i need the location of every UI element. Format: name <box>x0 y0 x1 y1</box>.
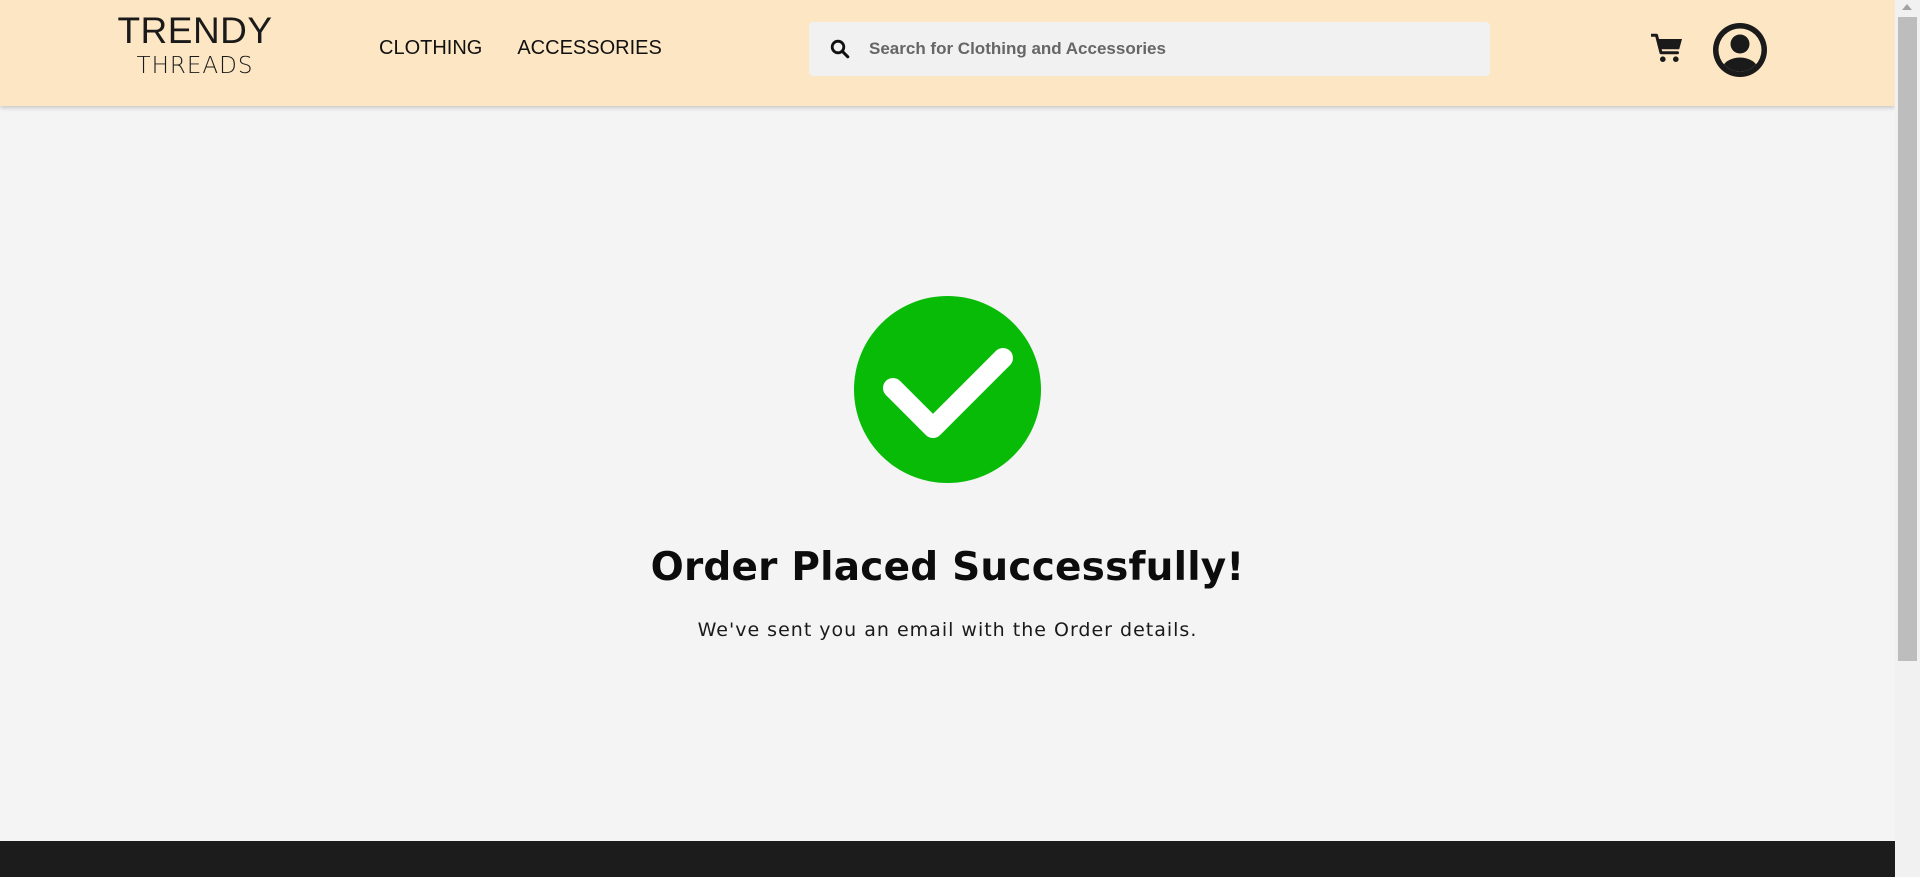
user-circle-icon[interactable] <box>1713 23 1767 77</box>
search-bar <box>809 22 1490 76</box>
order-success-title: Order Placed Successfully! <box>650 545 1245 590</box>
order-success-message: We've sent you an email with the Order d… <box>697 619 1198 641</box>
scroll-up-arrow[interactable] <box>1902 4 1912 10</box>
cart-icon[interactable] <box>1651 33 1683 63</box>
main-nav: CLOTHING ACCESSORIES <box>379 37 662 60</box>
check-circle-icon <box>854 296 1041 483</box>
brand-name-primary: TRENDY <box>117 10 273 51</box>
page: TRENDY THREADS CLOTHING ACCESSORIES Sear… <box>0 0 1895 877</box>
search-icon[interactable] <box>830 39 850 59</box>
site-footer <box>0 841 1895 877</box>
brand-logo[interactable]: TRENDY THREADS <box>112 12 278 78</box>
site-header: TRENDY THREADS CLOTHING ACCESSORIES <box>0 0 1895 106</box>
nav-link-clothing[interactable]: CLOTHING <box>379 37 482 60</box>
scrollbar-thumb[interactable] <box>1898 17 1917 661</box>
nav-link-accessories[interactable]: ACCESSORIES <box>517 37 661 60</box>
vertical-scrollbar[interactable] <box>1895 0 1920 877</box>
brand-name-secondary: THREADS <box>136 53 254 79</box>
search-input[interactable] <box>869 22 1469 76</box>
